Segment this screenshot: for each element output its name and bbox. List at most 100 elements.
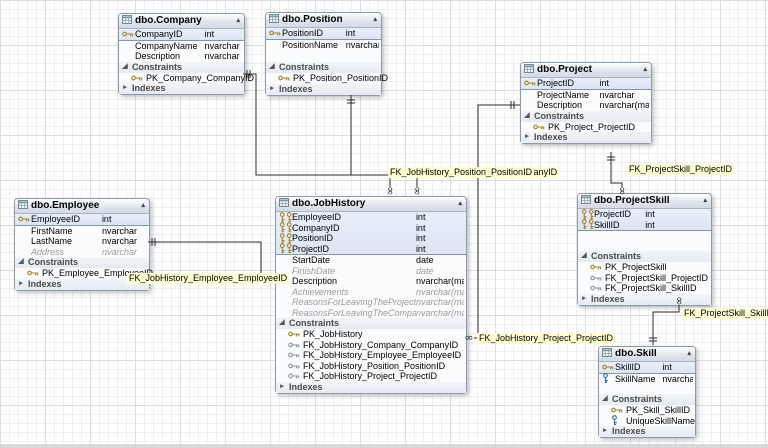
- table-skill[interactable]: dbo.Skill▴SkillIDintSkillNamenvarchar◢Co…: [598, 346, 696, 438]
- constraint-row: FK_JobHistory_Project_ProjectID: [276, 371, 466, 382]
- column-row: CompanyIDint: [119, 29, 244, 40]
- constraints-section-header[interactable]: ◢Constraints: [578, 251, 711, 262]
- constraint-name: FK_JobHistory_Position_PositionID: [303, 361, 445, 372]
- gold-key-icon: [602, 363, 615, 371]
- gold-key-icon: [524, 79, 537, 87]
- constraints-section-header[interactable]: ◢Constraints: [276, 318, 466, 329]
- table-header-position[interactable]: dbo.Position▴: [266, 13, 381, 28]
- constraint-row: FK_ProjectSkill_ProjectID: [578, 273, 711, 284]
- relationship-label[interactable]: FK_JobHistory_Employee_EmployeeID: [127, 273, 289, 284]
- collapse-triangle-icon[interactable]: ▴: [235, 16, 241, 27]
- column-row: Addressnvarchar: [15, 247, 149, 258]
- collapse-triangle-icon[interactable]: ▴: [702, 196, 708, 207]
- column-row: ProjectIDint: [578, 209, 711, 220]
- indexes-section-header[interactable]: ▸Indexes: [599, 426, 695, 437]
- collapse-triangle-icon[interactable]: ▴: [372, 15, 378, 26]
- column-type: nvarchar: [346, 40, 379, 51]
- relationship-label[interactable]: FK_ProjectSkill_SkillID: [682, 308, 768, 319]
- table-header-jobhistory[interactable]: dbo.JobHistory▴: [276, 197, 466, 212]
- key-columns-section: EmployeeIDint: [15, 214, 149, 226]
- column-spacer: [266, 50, 381, 62]
- column-name: PositionName: [282, 40, 346, 51]
- constraints-label: Constraints: [289, 318, 339, 329]
- column-row: EmployeeIDint: [15, 214, 149, 225]
- one-end-marker: [347, 100, 355, 103]
- column-row: ProjectNamenvarchar: [521, 90, 651, 101]
- key-columns-section: PositionIDint: [266, 28, 381, 40]
- relationship-line[interactable]: [474, 105, 520, 338]
- column-row: Descriptionnvarchar: [119, 51, 244, 62]
- expanded-triangle-icon: ◢: [278, 318, 286, 329]
- constraints-section-header[interactable]: ◢Constraints: [266, 62, 381, 73]
- collapse-triangle-icon[interactable]: ▴: [457, 199, 463, 210]
- double-key-icon: [279, 222, 292, 233]
- relationship-line[interactable]: [653, 305, 679, 345]
- constraints-section-header[interactable]: ◢Constraints: [521, 111, 651, 122]
- collapse-triangle-icon[interactable]: ▴: [642, 65, 648, 76]
- constraint-name: PK_Company_CompanyID: [146, 73, 254, 84]
- column-name: Achievements: [292, 287, 416, 298]
- indexes-section-header[interactable]: ▸Indexes: [276, 382, 466, 393]
- indexes-section-header[interactable]: ▸Indexes: [266, 84, 381, 95]
- relationship-line[interactable]: [148, 242, 263, 276]
- indexes-section-header[interactable]: ▸Indexes: [119, 83, 244, 94]
- constraint-row: PK_JobHistory: [276, 329, 466, 340]
- many-end-infinity-icon: ∞: [384, 186, 397, 195]
- relationship-label[interactable]: FK_JobHistory_Position_PositionID: [388, 167, 534, 178]
- table-grid-icon: [122, 15, 132, 28]
- column-row: PositionIDint: [266, 28, 381, 39]
- column-name: CompanyName: [135, 41, 205, 52]
- column-row: PositionIDint: [276, 233, 466, 244]
- table-header-company[interactable]: dbo.Company▴: [119, 14, 244, 29]
- column-type: nvarchar: [205, 51, 242, 62]
- collapse-triangle-icon[interactable]: ▴: [686, 349, 692, 360]
- gray-key-icon: [590, 284, 603, 292]
- relationship-line[interactable]: [611, 152, 622, 187]
- double-key-icon: [581, 209, 594, 220]
- relationship-line[interactable]: [351, 95, 390, 187]
- column-name: Description: [292, 276, 416, 287]
- blue-key-icon: [611, 415, 624, 426]
- column-type: nvarchar(max): [600, 100, 650, 111]
- table-company[interactable]: dbo.Company▴CompanyIDintCompanyNamenvarc…: [118, 13, 245, 95]
- constraints-section-header[interactable]: ◢Constraints: [15, 257, 149, 268]
- column-name: FinishDate: [292, 266, 416, 277]
- table-header-employee[interactable]: dbo.Employee▴: [15, 199, 149, 214]
- table-position[interactable]: dbo.Position▴PositionIDintPositionNamenv…: [265, 12, 382, 96]
- constraints-section-header[interactable]: ◢Constraints: [119, 62, 244, 73]
- table-title: dbo.ProjectSkill: [594, 196, 699, 207]
- table-project[interactable]: dbo.Project▴ProjectIDintProjectNamenvarc…: [520, 62, 652, 144]
- indexes-section-header[interactable]: ▸Indexes: [578, 294, 711, 305]
- constraint-row: FK_JobHistory_Position_PositionID: [276, 361, 466, 372]
- table-header-projectskill[interactable]: dbo.ProjectSkill▴: [578, 194, 711, 209]
- column-spacer: [599, 384, 695, 394]
- relationship-label[interactable]: FK_JobHistory_Project_ProjectID: [477, 333, 615, 344]
- constraints-section-header[interactable]: ◢Constraints: [599, 394, 695, 405]
- table-projectskill[interactable]: dbo.ProjectSkill▴ProjectIDintSkillIDint◢…: [577, 193, 712, 306]
- indexes-label: Indexes: [132, 83, 166, 94]
- indexes-section-header[interactable]: ▸Indexes: [521, 132, 651, 143]
- column-type: int: [662, 362, 693, 373]
- relationship-label[interactable]: FK_ProjectSkill_ProjectID: [627, 164, 734, 175]
- column-type: nvarchar(max): [416, 276, 464, 287]
- collapsed-triangle-icon: ▸: [580, 294, 588, 305]
- column-type: int: [346, 28, 379, 39]
- constraints-label: Constraints: [591, 251, 641, 262]
- column-name: SkillID: [594, 220, 645, 231]
- constraint-row: FK_ProjectSkill_SkillID: [578, 283, 711, 294]
- column-row: Achievementsnvarchar(max): [276, 287, 466, 298]
- gold-key-icon: [611, 406, 624, 414]
- indexes-label: Indexes: [612, 426, 646, 437]
- column-type: int: [416, 223, 464, 234]
- column-type: nvarchar(max): [416, 308, 464, 319]
- one-end-marker: [152, 238, 155, 246]
- constraint-name: FK_JobHistory_Employee_EmployeeID: [303, 350, 461, 361]
- column-name: Description: [135, 51, 205, 62]
- table-jobhistory[interactable]: dbo.JobHistory▴EmployeeIDintCompanyIDint…: [275, 196, 467, 394]
- table-header-skill[interactable]: dbo.Skill▴: [599, 347, 695, 362]
- expanded-triangle-icon: ◢: [17, 257, 25, 268]
- collapse-triangle-icon[interactable]: ▴: [140, 201, 146, 212]
- column-row: EmployeeIDint: [276, 212, 466, 223]
- table-header-project[interactable]: dbo.Project▴: [521, 63, 651, 78]
- column-name: CompanyID: [135, 29, 205, 40]
